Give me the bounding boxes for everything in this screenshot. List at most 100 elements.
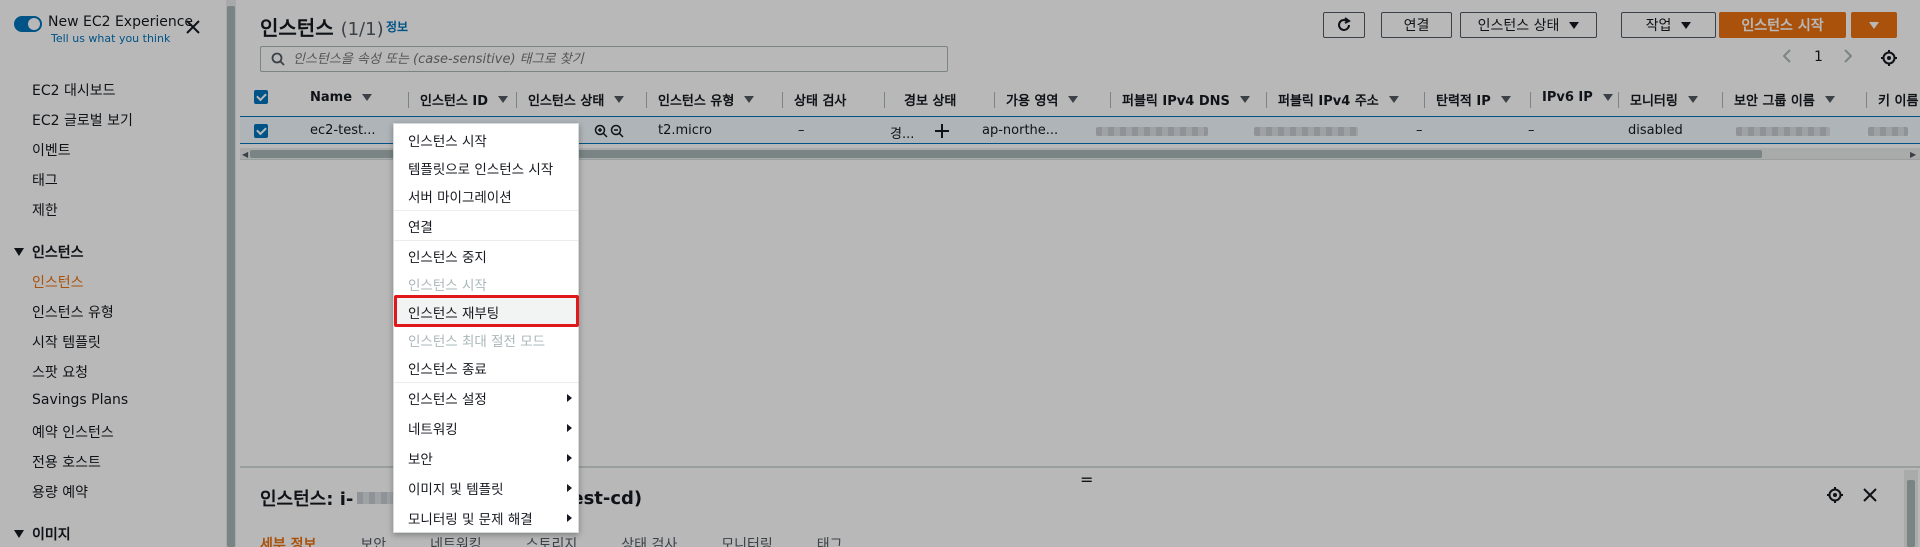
new-experience-toggle[interactable] bbox=[14, 16, 42, 32]
tab-tags[interactable]: 태그 bbox=[817, 537, 843, 547]
reboot-instance-label: 인스턴스 재부팅 bbox=[408, 306, 500, 322]
zoom-in-icon[interactable] bbox=[594, 124, 608, 138]
sidebar-item-ec2-global-view[interactable]: EC2 글로벌 보기 bbox=[32, 110, 133, 130]
close-icon[interactable] bbox=[1862, 487, 1878, 503]
connect-button[interactable]: 연결 bbox=[1381, 12, 1452, 38]
detail-scrollbar[interactable] bbox=[1904, 470, 1918, 547]
menu-item-launch-instance[interactable]: 인스턴스 시작 bbox=[408, 130, 487, 150]
tab-networking[interactable]: 네트워킹 bbox=[430, 537, 482, 547]
cell-ipv6: – bbox=[1528, 123, 1535, 138]
refresh-button[interactable] bbox=[1323, 12, 1365, 38]
close-icon[interactable] bbox=[184, 18, 202, 36]
column-header-monitoring[interactable]: 모니터링 bbox=[1630, 90, 1698, 109]
submenu-arrow-icon bbox=[567, 484, 572, 492]
submenu-arrow-icon bbox=[567, 424, 572, 432]
cell-key-name-redacted bbox=[1868, 127, 1908, 136]
menu-item-reboot-instance[interactable]: 인스턴스 재부팅 bbox=[394, 295, 579, 327]
next-page-icon[interactable] bbox=[1843, 48, 1853, 68]
tab-details[interactable]: 세부 정보 bbox=[260, 537, 316, 547]
sort-icon bbox=[362, 94, 373, 101]
table-header: Name 인스턴스 ID 인스턴스 상태 인스턴스 유형 상태 검사 경보 상태… bbox=[254, 86, 1920, 112]
row-checkbox[interactable] bbox=[254, 124, 268, 138]
column-header-public-dns[interactable]: 퍼블릭 IPv4 DNS bbox=[1122, 90, 1250, 109]
search-box[interactable] bbox=[260, 46, 948, 72]
scroll-right-icon[interactable]: ▶ bbox=[1910, 150, 1916, 159]
column-header-security-group[interactable]: 보안 그룹 이름 bbox=[1734, 90, 1835, 109]
sidebar-item-savings-plans[interactable]: Savings Plans bbox=[32, 392, 128, 408]
submenu-arrow-icon bbox=[567, 514, 572, 522]
sidebar-item-instance-types[interactable]: 인스턴스 유형 bbox=[32, 302, 114, 322]
column-header-instance-type[interactable]: 인스턴스 유형 bbox=[658, 90, 755, 109]
column-header-name[interactable]: Name bbox=[310, 90, 373, 105]
sidebar-item-dedicated-hosts[interactable]: 전용 호스트 bbox=[32, 452, 101, 472]
sidebar-item-limits[interactable]: 제한 bbox=[32, 200, 58, 220]
sidebar-item-launch-templates[interactable]: 시작 템플릿 bbox=[32, 332, 101, 352]
instance-count: (1/1) bbox=[340, 19, 384, 40]
menu-item-server-migration[interactable]: 서버 마이그레이션 bbox=[408, 186, 512, 206]
column-header-ipv6[interactable]: IPv6 IP bbox=[1542, 90, 1613, 105]
menu-item-connect[interactable]: 연결 bbox=[408, 216, 433, 236]
sidebar-item-spot-requests[interactable]: 스팟 요청 bbox=[32, 362, 88, 382]
sidebar-item-tags[interactable]: 태그 bbox=[32, 170, 58, 190]
menu-item-monitor-and-troubleshoot[interactable]: 모니터링 및 문제 해결 bbox=[408, 508, 533, 528]
sort-icon bbox=[744, 96, 755, 103]
column-header-elastic-ip[interactable]: 탄력적 IP bbox=[1436, 90, 1511, 109]
sidebar-item-events[interactable]: 이벤트 bbox=[32, 140, 71, 160]
sidebar-section-images[interactable]: 이미지 bbox=[14, 524, 71, 544]
column-header-instance-state[interactable]: 인스턴스 상태 bbox=[528, 90, 625, 109]
new-experience-toggle-row: New EC2 Experience Tell us what you thin… bbox=[14, 14, 193, 45]
column-header-status-check[interactable]: 상태 검사 bbox=[794, 90, 846, 109]
gear-icon[interactable] bbox=[1880, 49, 1898, 67]
launch-instances-button[interactable]: 인스턴스 시작 bbox=[1719, 12, 1846, 38]
menu-item-terminate-instance[interactable]: 인스턴스 종료 bbox=[408, 358, 487, 378]
search-icon bbox=[271, 52, 285, 66]
refresh-icon bbox=[1338, 17, 1351, 31]
sidebar-section-instances[interactable]: 인스턴스 bbox=[14, 242, 84, 262]
cell-security-group-redacted bbox=[1736, 127, 1830, 136]
menu-item-image-and-templates[interactable]: 이미지 및 템플릿 bbox=[408, 478, 504, 498]
menu-item-stop-instance[interactable]: 인스턴스 중지 bbox=[408, 246, 487, 266]
cell-name[interactable]: ec2-test... bbox=[310, 123, 375, 138]
sort-icon bbox=[1500, 96, 1511, 103]
sort-icon bbox=[1068, 96, 1079, 103]
plus-icon[interactable] bbox=[934, 123, 950, 139]
column-header-availability-zone[interactable]: 가용 영역 bbox=[1006, 90, 1079, 109]
tab-storage[interactable]: 스토리지 bbox=[526, 537, 578, 547]
drag-handle-icon[interactable]: = bbox=[1080, 470, 1093, 489]
select-all-checkbox[interactable] bbox=[254, 90, 268, 104]
instance-state-button[interactable]: 인스턴스 상태 bbox=[1460, 12, 1597, 38]
submenu-arrow-icon bbox=[567, 394, 572, 402]
column-header-public-ip[interactable]: 퍼블릭 IPv4 주소 bbox=[1278, 90, 1399, 109]
page-number[interactable]: 1 bbox=[1814, 49, 1823, 65]
menu-item-launch-from-template[interactable]: 템플릿으로 인스턴스 시작 bbox=[408, 158, 553, 178]
cell-public-ip-redacted bbox=[1254, 127, 1358, 136]
feedback-link[interactable]: Tell us what you think bbox=[51, 32, 193, 45]
detail-tabs: 세부 정보 보안 네트워킹 스토리지 상태 검사 모니터링 태그 bbox=[260, 534, 887, 547]
tab-security[interactable]: 보안 bbox=[360, 537, 386, 547]
column-header-key-name[interactable]: 키 이름 bbox=[1878, 90, 1918, 109]
submenu-arrow-icon bbox=[567, 454, 572, 462]
tab-status-checks[interactable]: 상태 검사 bbox=[621, 537, 677, 547]
menu-item-networking[interactable]: 네트워킹 bbox=[408, 418, 458, 438]
column-header-alarm-status[interactable]: 경보 상태 bbox=[904, 90, 956, 109]
sidebar-item-reserved-instances[interactable]: 예약 인스턴스 bbox=[32, 422, 114, 442]
scroll-left-icon[interactable]: ◀ bbox=[242, 150, 248, 159]
cell-monitoring: disabled bbox=[1628, 123, 1683, 138]
column-header-instance-id[interactable]: 인스턴스 ID bbox=[420, 90, 508, 109]
sort-icon bbox=[1239, 96, 1250, 103]
info-link[interactable]: 정보 bbox=[386, 18, 408, 35]
gear-icon[interactable] bbox=[1826, 486, 1844, 504]
sidebar-item-ec2-dashboard[interactable]: EC2 대시보드 bbox=[32, 80, 116, 100]
tab-monitoring[interactable]: 모니터링 bbox=[721, 537, 773, 547]
menu-item-security[interactable]: 보안 bbox=[408, 448, 433, 468]
sidebar-item-instances[interactable]: 인스턴스 bbox=[32, 272, 84, 292]
search-input[interactable] bbox=[293, 51, 933, 67]
launch-dropdown-button[interactable] bbox=[1851, 12, 1897, 38]
menu-item-instance-settings[interactable]: 인스턴스 설정 bbox=[408, 388, 487, 408]
sidebar-item-capacity-reservations[interactable]: 용량 예약 bbox=[32, 482, 88, 502]
zoom-out-icon[interactable] bbox=[610, 124, 624, 138]
prev-page-icon[interactable] bbox=[1782, 48, 1792, 68]
cell-alarm-status: 경... bbox=[890, 127, 915, 142]
actions-button[interactable]: 작업 bbox=[1621, 12, 1716, 38]
sidebar-scrollbar[interactable] bbox=[226, 0, 236, 547]
